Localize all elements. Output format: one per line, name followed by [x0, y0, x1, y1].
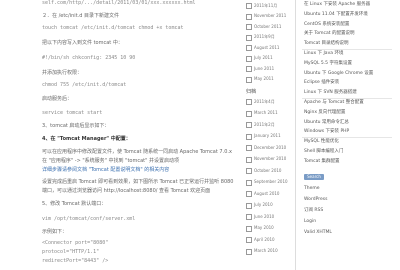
divider [302, 49, 392, 50]
checkbox[interactable] [246, 45, 252, 51]
archive-link[interactable]: July 2011 [254, 55, 273, 60]
sidebar-link[interactable]: 关于 Tomcat 的配置说明 [304, 31, 354, 36]
article-line: ２．在 /etc/init.d 目录下新建文件 [42, 13, 120, 19]
footer-link[interactable]: Login [304, 219, 316, 224]
archive-link[interactable]: December 2010 [254, 145, 286, 150]
article-link[interactable]: 详细步骤请参阅文档 "Tomcat 配置说明文档" 的相关内容 [42, 167, 169, 173]
checkbox[interactable] [246, 55, 252, 62]
footer-link[interactable]: WordPress [304, 197, 327, 202]
archive-link[interactable]: July 2010 [254, 202, 273, 207]
right-sidebar: Search 在 Linux 下安装 Apache 服务器 Ubuntu 11.0… [295, 0, 400, 270]
article-line: 把以下内容写入到文件 tomcat 中： [42, 40, 123, 46]
checkbox[interactable] [246, 145, 252, 151]
archive-link[interactable]: August 2010 [254, 191, 279, 196]
sidebar-link[interactable]: Ubuntu 常用命令汇总 [304, 120, 349, 125]
archive-link[interactable]: 2011年9月 [254, 34, 275, 39]
sidebar-link[interactable]: Shell 脚本编程入门 [304, 149, 343, 154]
checkbox[interactable] [246, 99, 252, 105]
article-line: 5、修改 Tomcat 默认端口： [42, 201, 107, 207]
archive-link[interactable]: 2011年2月 [254, 122, 275, 127]
archive-link[interactable]: August 2011 [254, 45, 279, 50]
article-line: 可以在应用程序中修改配置文件，使 Tomcat 随系统一同启动 Apache T… [42, 149, 232, 155]
checkbox[interactable] [246, 202, 252, 209]
article-line: 4、在 "Tomcat Manager" 中配置： [42, 136, 131, 142]
sidebar-link[interactable]: Apache 与 Tomcat 整合配置 [304, 100, 364, 105]
article-line: 在 "应用程序" -> "系统服务" 中找到 "tomcat" 并设置启动项 [42, 158, 179, 164]
archive-link[interactable]: November 2010 [254, 156, 286, 161]
article-line: 启动服务后： [42, 96, 73, 102]
code-line: #!/bin/sh chkconfig: 2345 10 90 [42, 55, 136, 61]
archive-link[interactable]: September 2010 [254, 179, 288, 184]
divider [302, 98, 392, 99]
archive-link[interactable]: May 2011 [254, 76, 274, 81]
sidebar-link[interactable]: Ubuntu 11.04 下配置开发环境 [304, 12, 368, 17]
checkbox[interactable] [246, 133, 252, 140]
sidebar-link[interactable]: Nginx 反向代理配置 [304, 110, 345, 115]
code-line: touch tomcat /etc/init.d/tomcat chmod +x… [42, 25, 184, 31]
checkbox[interactable] [246, 191, 252, 197]
search-button[interactable]: Search [304, 174, 324, 180]
archive-link[interactable]: November 2011 [254, 13, 286, 18]
checkbox[interactable] [246, 3, 252, 9]
checkbox[interactable] [246, 168, 252, 174]
checkbox[interactable] [246, 248, 252, 255]
footer-link[interactable]: 订阅 RSS [304, 208, 323, 213]
sidebar-link[interactable]: CentOS 系统安装配置 [304, 22, 349, 27]
sidebar-link[interactable]: Linux 下 SVN 服务器搭建 [304, 90, 357, 95]
code-line: <Connector port="8080" [42, 240, 109, 246]
archive-link[interactable]: January 2011 [254, 133, 281, 138]
sidebar-link[interactable]: MySQL 5.5 字符集设置 [304, 61, 352, 66]
sidebar-link[interactable]: Eclipse 插件安装 [304, 80, 339, 85]
archive-link[interactable]: June 2011 [254, 66, 274, 71]
archive-link[interactable]: 2011年4月 [254, 99, 275, 104]
archive-link[interactable]: 2011年11月 [254, 3, 277, 8]
sidebar-link[interactable]: Linux 下 Java 环境 [304, 51, 343, 56]
code-line: redirectPort="8443" /> [42, 258, 109, 264]
checkbox[interactable] [246, 179, 252, 186]
sidebar-link[interactable]: 在 Linux 下安装 Apache 服务器 [304, 2, 370, 7]
archive-heading: 归档 [246, 89, 257, 95]
footer-link[interactable]: Valid XHTML [304, 230, 332, 235]
sidebar-link[interactable]: Ubuntu 下 Google Chrome 设置 [304, 71, 373, 76]
article-line: 3、tomcat 启动后显示如下： [42, 123, 110, 129]
archive-link[interactable]: March 2011 [254, 110, 278, 115]
checkbox[interactable] [246, 237, 252, 243]
archive-link[interactable]: March 2010 [254, 248, 278, 253]
archive-link[interactable]: June 2010 [254, 214, 274, 219]
archive-link[interactable]: October 2011 [254, 24, 281, 29]
article-line: 设置完成后重启 Tomcat 即可看到效果，如下图所示 Tomcat 已正常运行… [42, 179, 234, 185]
article-line: 示例如下： [42, 229, 68, 235]
sidebar-link[interactable]: MySQL 性能优化 [304, 139, 339, 144]
checkbox[interactable] [246, 225, 252, 232]
checkbox[interactable] [246, 24, 252, 30]
article-line: 端口，可以通过浏览器访问 http://localhost:8080/ 查看 T… [42, 188, 211, 194]
checkbox[interactable] [246, 34, 252, 41]
archive-link[interactable]: April 2010 [254, 237, 275, 242]
code-line: self.com/http/.../detail/2011/03/01/xxx.… [42, 0, 196, 6]
sidebar-link[interactable]: Windows 下安装 PHP [304, 129, 349, 134]
code-line: vim /opt/tomcat/conf/server.xml [42, 216, 136, 222]
checkbox[interactable] [246, 66, 252, 72]
checkbox[interactable] [246, 13, 252, 20]
code-line: protocol="HTTP/1.1" [42, 249, 100, 255]
checkbox[interactable] [246, 76, 252, 83]
archive-link[interactable]: May 2010 [254, 225, 274, 230]
sidebar-link[interactable]: Tomcat 目录结构说明 [304, 41, 349, 46]
checkbox[interactable] [246, 214, 252, 220]
code-line: chmod 755 /etc/init.d/tomcat [42, 82, 127, 88]
checkbox[interactable] [246, 122, 252, 128]
article-line: 并添加执行权限： [42, 70, 83, 76]
archive-link[interactable]: October 2010 [254, 168, 281, 173]
checkbox[interactable] [246, 156, 252, 163]
code-line: service tomcat start [42, 110, 103, 116]
checkbox[interactable] [246, 110, 252, 117]
sidebar-link[interactable]: Tomcat 集群配置 [304, 159, 340, 164]
footer-link[interactable]: Theme [304, 186, 320, 191]
